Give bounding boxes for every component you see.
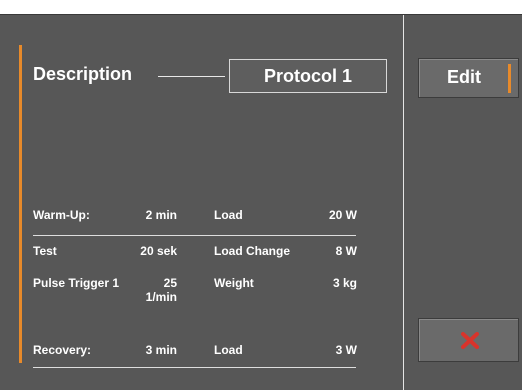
row-param: Weight [214,276,254,290]
pulse-trigger-row: Pulse Trigger 1 25 1/min Weight 3 kg [33,276,357,304]
selection-accent-bar [19,45,22,363]
test-row: Test 20 sek Load Change 8 W [33,244,357,264]
recovery-row: Recovery: 3 min Load 3 W [33,343,357,363]
row-param: Load [214,208,243,222]
row-label: Warm-Up: [33,208,90,222]
row-param: Load [214,343,243,357]
row-label: Test [33,244,57,258]
row-divider [33,235,356,236]
row-divider [33,367,356,368]
close-icon [461,332,479,349]
row-label: Pulse Trigger 1 [33,276,120,290]
row-value: 25 1/min [145,276,177,304]
row-param-value: 3 kg [332,276,357,290]
row-value: 3 min [145,343,177,357]
cancel-button[interactable] [418,318,519,362]
edit-button[interactable]: Edit [418,58,519,98]
row-param-value: 20 W [328,208,357,222]
row-param-value: 3 W [335,343,357,357]
row-value: 20 sek [140,244,177,258]
row-param: Load Change [214,244,291,258]
row-param-value: 8 W [335,244,357,258]
row-value: 2 min [145,208,177,222]
protocol-name-field[interactable]: Protocol 1 [229,59,387,93]
warmup-row: Warm-Up: 2 min Load 20 W [33,208,357,228]
edit-button-label: Edit [447,67,481,87]
row-label: Recovery: [33,343,92,357]
edit-accent-bar [508,64,511,93]
description-label: Description [33,64,133,84]
protocol-screen: Description Protocol 1 Warm-Up: 2 min Lo… [0,0,522,390]
top-border [0,0,522,14]
description-divider [158,76,225,77]
